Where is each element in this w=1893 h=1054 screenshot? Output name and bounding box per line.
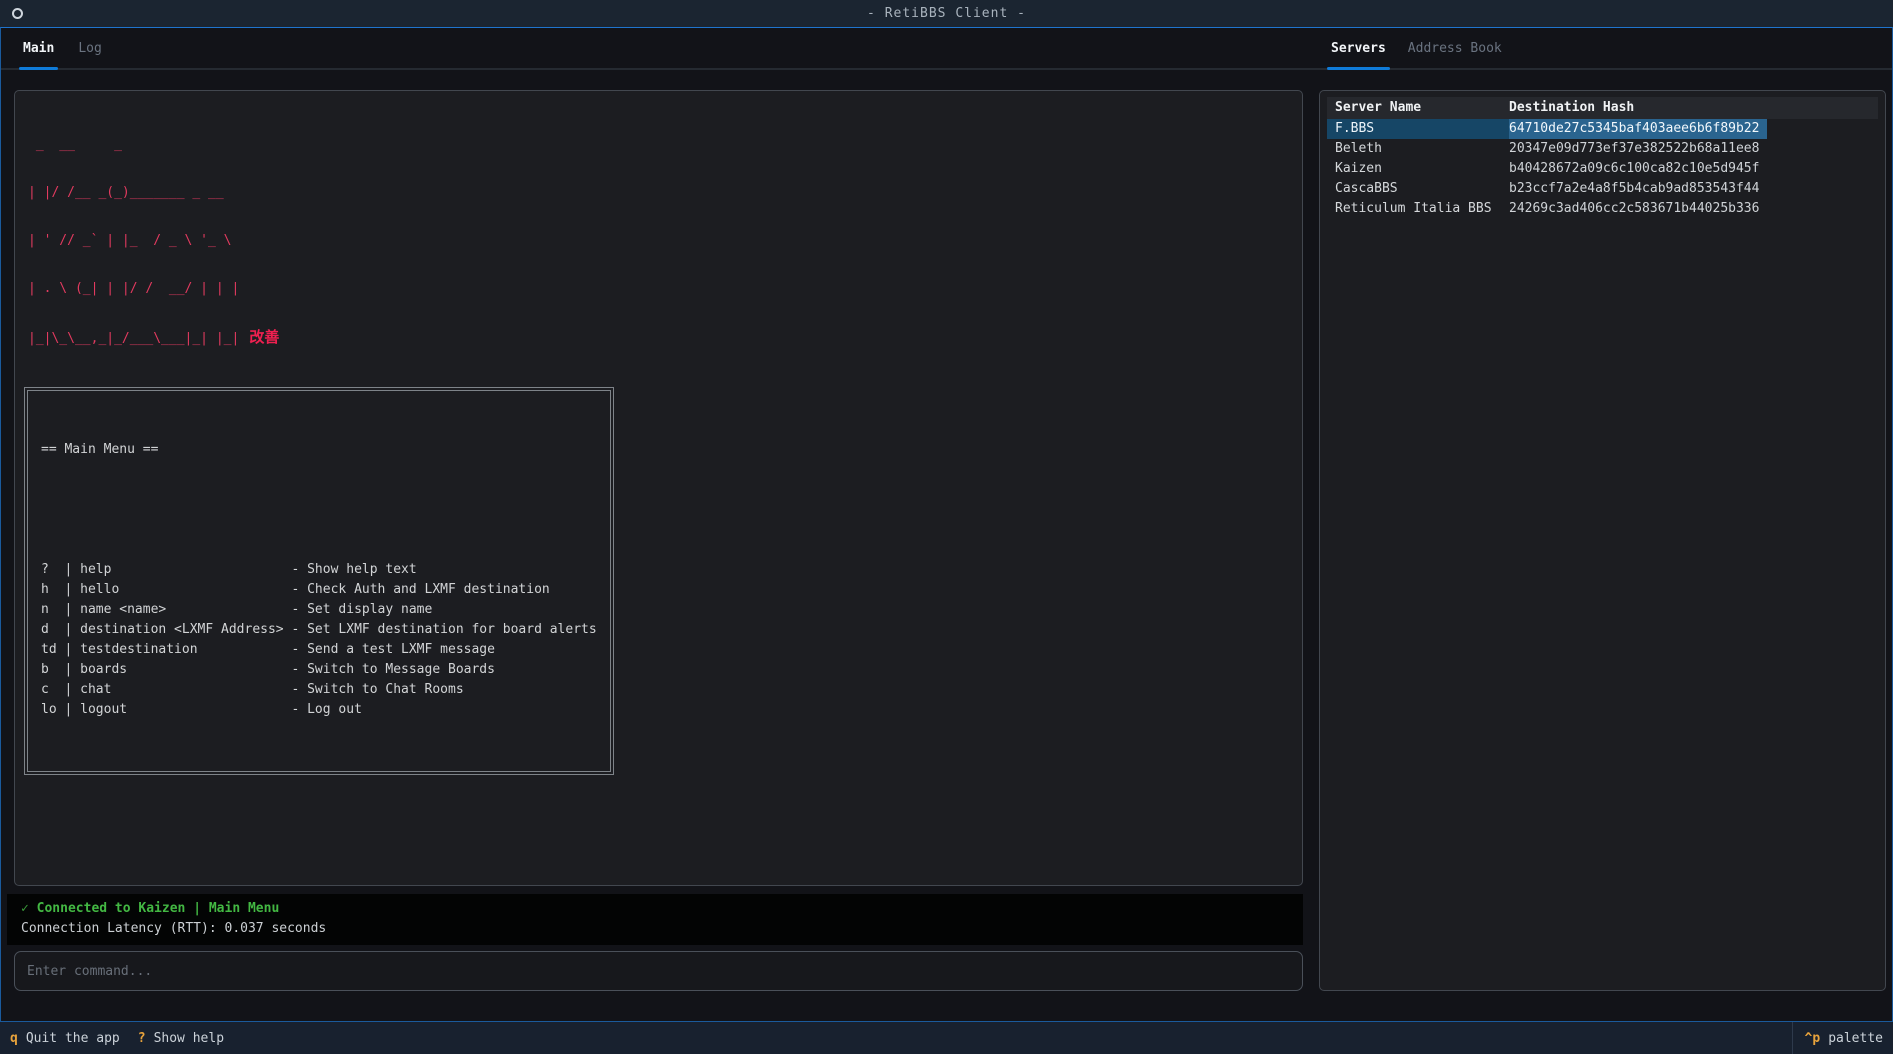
- server-hash-cell: b23ccf7a2e4a8f5b4cab9ad853543f44: [1509, 179, 1767, 199]
- check-icon: ✓: [21, 901, 37, 916]
- right-tab-group: Servers Address Book: [1318, 28, 1892, 68]
- column-header-server-name: Server Name: [1327, 97, 1509, 119]
- server-hash-cell: 24269c3ad406cc2c583671b44025b336: [1509, 199, 1767, 219]
- left-tab-group: Main Log: [1, 28, 105, 68]
- main-menu-box: == Main Menu == ? | help - Show help tex…: [24, 387, 614, 775]
- footer-key-hint[interactable]: q Quit the app: [10, 1031, 120, 1046]
- menu-item: lo | logout - Log out: [41, 700, 597, 720]
- command-input-box: [14, 951, 1303, 991]
- window-title: - RetiBBS Client -: [0, 6, 1893, 21]
- tab-log[interactable]: Log: [75, 28, 104, 68]
- menu-item: b | boards - Switch to Message Boards: [41, 660, 597, 680]
- command-input[interactable]: [27, 964, 1290, 979]
- main-tab-pane: _ __ _ | |/ /__ _(_)_______ _ __ | ' // …: [7, 90, 1303, 991]
- tab-servers[interactable]: Servers: [1328, 28, 1389, 68]
- server-table-row[interactable]: F.BBS 64710de27c5345baf403aee6b6f89b22: [1327, 119, 1878, 139]
- connection-status: ✓ Connected to Kaizen | Main Menu: [21, 899, 1303, 919]
- server-table-body: F.BBS 64710de27c5345baf403aee6b6f89b22 B…: [1327, 119, 1878, 219]
- tabs-row: Main Log Servers Address Book: [1, 28, 1892, 70]
- tab-address-book[interactable]: Address Book: [1405, 28, 1505, 68]
- ascii-line: | |/ /__ _(_)_______ _ __: [28, 185, 1293, 201]
- server-table-row[interactable]: Kaizen b40428672a09c6c100ca82c10e5d945f: [1327, 159, 1878, 179]
- server-hash-cell: b40428672a09c6c100ca82c10e5d945f: [1509, 159, 1767, 179]
- kaizen-kanji: 改善: [249, 328, 279, 346]
- menu-blank-line: [41, 500, 597, 520]
- servers-tab-pane: Server Name Destination Hash F.BBS 64710…: [1319, 90, 1886, 991]
- menu-item: n | name <name> - Set display name: [41, 600, 597, 620]
- kaizen-ascii-logo: _ __ _ | |/ /__ _(_)_______ _ __ | ' // …: [28, 105, 1293, 379]
- footer-key: ?: [138, 1031, 146, 1046]
- palette-label: palette: [1828, 1031, 1883, 1046]
- server-table-row[interactable]: Reticulum Italia BBS 24269c3ad406cc2c583…: [1327, 199, 1878, 219]
- latency-text: Connection Latency (RTT): 0.037 seconds: [21, 919, 1303, 939]
- menu-items: ? | help - Show help texth | hello - Che…: [41, 560, 597, 720]
- ascii-line: | . \ (_| | |/ / __/ | | |: [28, 281, 1293, 297]
- output-panel: _ __ _ | |/ /__ _(_)_______ _ __ | ' // …: [14, 90, 1303, 886]
- server-table-panel: Server Name Destination Hash F.BBS 64710…: [1319, 90, 1886, 991]
- footer-bar: q Quit the app ? Show help ^p palette: [0, 1022, 1893, 1054]
- status-strip: ✓ Connected to Kaizen | Main Menu Connec…: [7, 894, 1303, 945]
- menu-item: c | chat - Switch to Chat Rooms: [41, 680, 597, 700]
- ascii-line: |_|\_\__,_|_/___\___|_| |_|改善: [28, 329, 1293, 347]
- server-name-cell: Reticulum Italia BBS: [1327, 199, 1509, 219]
- connection-status-text: Connected to Kaizen | Main Menu: [37, 901, 280, 916]
- server-table-row[interactable]: Beleth 20347e09d773ef37e382522b68a11ee8: [1327, 139, 1878, 159]
- menu-item: d | destination <LXMF Address> - Set LXM…: [41, 620, 597, 640]
- ascii-line: | ' // _` | |_ / _ \ '_ \: [28, 233, 1293, 249]
- footer-key-hints: q Quit the app ? Show help: [0, 1031, 242, 1046]
- footer-key-label: Show help: [154, 1031, 224, 1046]
- server-name-cell: F.BBS: [1327, 119, 1509, 139]
- footer-key: q: [10, 1031, 18, 1046]
- menu-item: td | testdestination - Send a test LXMF …: [41, 640, 597, 660]
- server-name-cell: Kaizen: [1327, 159, 1509, 179]
- server-name-cell: Beleth: [1327, 139, 1509, 159]
- server-hash-cell: 20347e09d773ef37e382522b68a11ee8: [1509, 139, 1767, 159]
- footer-key-label: Quit the app: [26, 1031, 120, 1046]
- menu-item: ? | help - Show help text: [41, 560, 597, 580]
- app-window: - RetiBBS Client - Main Log Servers Addres…: [0, 0, 1893, 1054]
- menu-item: h | hello - Check Auth and LXMF destinat…: [41, 580, 597, 600]
- palette-hint[interactable]: ^p palette: [1792, 1022, 1893, 1054]
- column-header-destination-hash: Destination Hash: [1509, 97, 1878, 119]
- server-table-row[interactable]: CascaBBS b23ccf7a2e4a8f5b4cab9ad853543f4…: [1327, 179, 1878, 199]
- content-frame: Main Log Servers Address Book _ __ _ | |/ …: [0, 27, 1893, 1022]
- server-name-cell: CascaBBS: [1327, 179, 1509, 199]
- table-header: Server Name Destination Hash: [1327, 97, 1878, 119]
- tab-main[interactable]: Main: [20, 28, 57, 68]
- footer-key-hint[interactable]: ? Show help: [138, 1031, 224, 1046]
- ascii-line: _ __ _: [28, 137, 1293, 153]
- server-hash-cell: 64710de27c5345baf403aee6b6f89b22: [1509, 119, 1767, 139]
- panes: _ __ _ | |/ /__ _(_)_______ _ __ | ' // …: [1, 70, 1892, 1021]
- header-bar: - RetiBBS Client -: [0, 0, 1893, 27]
- palette-key: ^p: [1805, 1031, 1821, 1046]
- menu-title: == Main Menu ==: [41, 440, 597, 460]
